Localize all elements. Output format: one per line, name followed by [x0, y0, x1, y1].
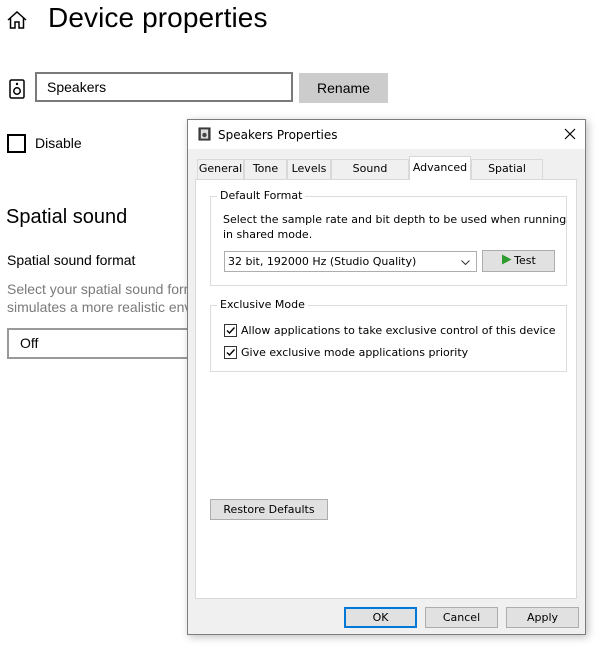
ok-button[interactable]: OK: [344, 607, 417, 628]
tab-tone[interactable]: Tone: [244, 159, 287, 179]
exclusive-priority-label: Give exclusive mode applications priorit…: [241, 346, 469, 359]
speakers-properties-dialog: Speakers Properties General Tone Levels …: [187, 119, 586, 635]
test-label: Test: [514, 254, 536, 267]
home-icon[interactable]: [6, 9, 28, 31]
spatial-sound-heading: Spatial sound: [6, 206, 128, 228]
default-format-title: Default Format: [217, 189, 306, 202]
exclusive-mode-group: Exclusive Mode Allow applications to tak…: [210, 298, 567, 372]
default-format-group: Default Format Select the sample rate an…: [210, 189, 567, 286]
apply-button[interactable]: Apply: [506, 607, 579, 628]
allow-exclusive-checkbox[interactable]: [224, 324, 237, 337]
checkmark-icon: [226, 327, 236, 335]
dialog-title: Speakers Properties: [218, 128, 338, 142]
cancel-button[interactable]: Cancel: [425, 607, 498, 628]
allow-exclusive-label: Allow applications to take exclusive con…: [241, 324, 556, 337]
restore-defaults-button[interactable]: Restore Defaults: [210, 499, 328, 520]
tab-spatial-sound[interactable]: Spatial sound: [471, 159, 543, 193]
spatial-format-description: Select your spatial sound format that si…: [7, 280, 207, 316]
speaker-icon: [9, 79, 25, 99]
tab-general[interactable]: General: [197, 159, 244, 179]
play-icon: [502, 254, 512, 265]
chevron-down-icon: [461, 260, 470, 265]
exclusive-mode-title: Exclusive Mode: [217, 298, 308, 311]
device-name-input[interactable]: Speakers: [35, 72, 293, 102]
exclusive-priority-checkbox[interactable]: [224, 346, 237, 359]
close-icon: [564, 128, 576, 140]
test-button[interactable]: Test: [482, 250, 555, 272]
dialog-titlebar[interactable]: Speakers Properties: [188, 120, 585, 149]
close-button[interactable]: [555, 120, 585, 149]
default-format-value: 32 bit, 192000 Hz (Studio Quality): [228, 255, 417, 268]
speaker-properties-icon: [198, 127, 211, 141]
tab-advanced[interactable]: Advanced: [409, 156, 471, 180]
default-format-select[interactable]: 32 bit, 192000 Hz (Studio Quality): [224, 251, 477, 272]
checkmark-icon: [226, 349, 236, 357]
tab-levels[interactable]: Levels: [287, 159, 331, 179]
disable-checkbox[interactable]: [7, 134, 26, 153]
tab-sound-blaster[interactable]: Sound Blaster: [331, 159, 409, 193]
rename-button[interactable]: Rename: [299, 73, 388, 103]
default-format-description: Select the sample rate and bit depth to …: [223, 213, 567, 241]
disable-label: Disable: [35, 135, 82, 151]
page-title: Device properties: [48, 2, 268, 33]
spatial-desc-line-2: simulates a more realistic environment.: [7, 299, 207, 315]
advanced-tab-panel: Default Format Select the sample rate an…: [195, 179, 577, 599]
spatial-desc-line-1: Select your spatial sound format that: [7, 281, 207, 297]
spatial-format-label: Spatial sound format: [7, 252, 136, 268]
spatial-format-select[interactable]: Off: [7, 328, 207, 359]
